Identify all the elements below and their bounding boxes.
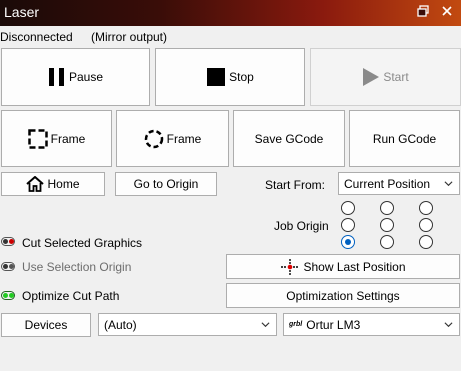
frame-circle-button[interactable]: Frame bbox=[116, 110, 229, 167]
cut-selected-graphics-label: Cut Selected Graphics bbox=[22, 236, 143, 250]
origin-top-left-radio[interactable] bbox=[341, 201, 355, 215]
pause-icon bbox=[48, 68, 64, 86]
start-from-value: Current Position bbox=[344, 176, 431, 191]
stop-icon bbox=[207, 68, 226, 86]
frame-rectangle-icon bbox=[27, 128, 48, 149]
port-select-value: (Auto) bbox=[104, 317, 137, 332]
show-last-position-label: Show Last Position bbox=[303, 259, 406, 274]
output-mode: (Mirror output) bbox=[91, 30, 168, 44]
chevron-down-icon bbox=[444, 180, 453, 186]
chevron-down-icon bbox=[444, 321, 453, 327]
pause-button[interactable]: Pause bbox=[1, 48, 150, 106]
stop-button[interactable]: Stop bbox=[155, 48, 305, 106]
origin-top-center-radio[interactable] bbox=[380, 201, 394, 215]
device-select[interactable]: grbl Ortur LM3 bbox=[283, 313, 460, 336]
devices-button[interactable]: Devices bbox=[1, 313, 91, 337]
start-from-label: Start From: bbox=[265, 178, 326, 192]
frame-circle-icon bbox=[144, 129, 163, 148]
origin-middle-left-radio[interactable] bbox=[341, 218, 355, 232]
home-icon bbox=[26, 176, 45, 192]
use-selection-origin-label: Use Selection Origin bbox=[22, 260, 132, 274]
optimization-settings-button[interactable]: Optimization Settings bbox=[226, 283, 460, 308]
home-label: Home bbox=[47, 177, 80, 191]
frame-rect-button[interactable]: Frame bbox=[1, 110, 112, 167]
start-from-select[interactable]: Current Position bbox=[338, 172, 460, 195]
optimize-cut-path-toggle[interactable] bbox=[1, 291, 15, 300]
crosshair-icon bbox=[281, 258, 300, 275]
restore-icon[interactable] bbox=[416, 5, 430, 19]
job-origin-label: Job Origin bbox=[274, 219, 329, 233]
home-button[interactable]: Home bbox=[1, 172, 105, 196]
start-label: Start bbox=[383, 70, 409, 84]
use-selection-origin-toggle[interactable] bbox=[1, 262, 15, 271]
chevron-down-icon bbox=[261, 321, 270, 327]
cut-selected-graphics-toggle[interactable] bbox=[1, 237, 15, 246]
origin-top-right-radio[interactable] bbox=[419, 201, 433, 215]
frame-circle-label: Frame bbox=[166, 131, 202, 146]
origin-bottom-left-radio[interactable] bbox=[341, 235, 355, 249]
play-icon bbox=[363, 68, 380, 86]
go-to-origin-button[interactable]: Go to Origin bbox=[115, 172, 217, 196]
close-icon[interactable] bbox=[440, 5, 454, 19]
frame-rect-label: Frame bbox=[50, 131, 86, 146]
optimize-cut-path-label: Optimize Cut Path bbox=[22, 289, 120, 303]
stop-label: Stop bbox=[229, 70, 254, 84]
show-last-position-button[interactable]: Show Last Position bbox=[226, 254, 460, 279]
save-gcode-button[interactable]: Save GCode bbox=[233, 110, 345, 167]
port-select[interactable]: (Auto) bbox=[98, 313, 277, 336]
window-title: Laser bbox=[4, 4, 40, 20]
origin-center-radio[interactable] bbox=[380, 218, 394, 232]
run-gcode-button[interactable]: Run GCode bbox=[349, 110, 460, 167]
device-select-value: Ortur LM3 bbox=[306, 317, 361, 332]
title-bar: Laser bbox=[0, 0, 461, 26]
origin-bottom-center-radio[interactable] bbox=[380, 235, 394, 249]
origin-middle-right-radio[interactable] bbox=[419, 218, 433, 232]
grbl-badge: grbl bbox=[289, 321, 303, 328]
origin-bottom-right-radio[interactable] bbox=[419, 235, 433, 249]
connection-status: Disconnected bbox=[0, 30, 73, 44]
start-button[interactable]: Start bbox=[310, 48, 461, 106]
pause-label: Pause bbox=[68, 70, 104, 84]
